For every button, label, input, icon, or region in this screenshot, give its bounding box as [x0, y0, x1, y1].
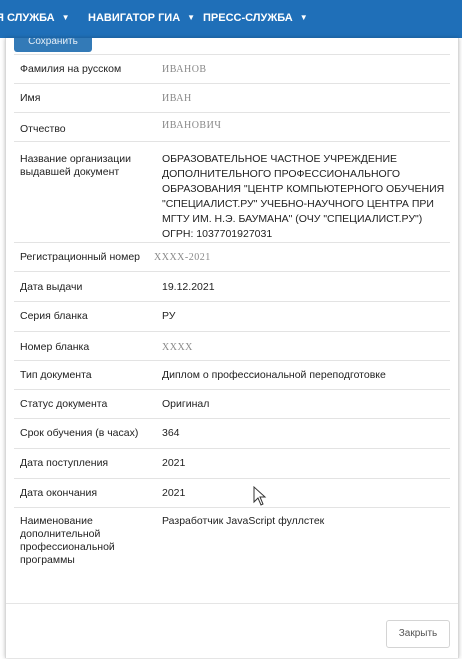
detail-value: Оригинал — [162, 398, 210, 410]
detail-value: XXXX-2021 — [154, 252, 211, 263]
nav-item-service[interactable]: Я СЛУЖБА ▼ — [0, 12, 70, 24]
detail-label: Статус документа — [20, 398, 108, 410]
detail-value: РУ — [162, 310, 176, 322]
caret-down-icon: ▼ — [61, 13, 70, 22]
details-table: Фамилия на русском ИВАНОВ Имя ИВАН Отчес… — [14, 54, 450, 584]
detail-row-patronymic: Отчество ИВАНОВИЧ — [14, 112, 450, 141]
nav-item-gia-navigator[interactable]: НАВИГАТОР ГИА ▼ — [88, 12, 195, 24]
detail-label: Регистрационный номер — [20, 251, 140, 263]
detail-label: Наименование дополнительной профессионал… — [20, 515, 115, 566]
detail-row-doc-status: Статус документа Оригинал — [14, 389, 450, 418]
save-button[interactable]: Сохранить — [14, 38, 92, 52]
caret-down-icon: ▼ — [187, 13, 196, 22]
detail-value: ОБРАЗОВАТЕЛЬНОЕ ЧАСТНОЕ УЧРЕЖДЕНИЕ ДОПОЛ… — [162, 153, 445, 240]
detail-value: 19.12.2021 — [162, 281, 215, 293]
detail-label: Дата выдачи — [20, 281, 83, 293]
detail-value: XXXX — [162, 342, 193, 353]
detail-label: Название организации выдавшей документ — [20, 153, 132, 178]
detail-row-form-series: Серия бланка РУ — [14, 301, 450, 331]
detail-value: Диплом о профессиональной переподготовке — [162, 369, 386, 381]
detail-label: Серия бланка — [20, 310, 88, 322]
detail-row-study-hours: Срок обучения (в часах) 364 — [14, 418, 450, 448]
nav-item-press-service[interactable]: ПРЕСС-СЛУЖБА ▼ — [203, 12, 308, 24]
detail-row-end-date: Дата окончания 2021 — [14, 478, 450, 507]
detail-row-start-date: Дата поступления 2021 — [14, 448, 450, 478]
detail-value: ИВАНОВИЧ — [162, 120, 222, 131]
detail-row-reg-number: Регистрационный номер XXXX-2021 — [14, 242, 450, 271]
detail-label: Тип документа — [20, 369, 92, 381]
detail-label: Дата окончания — [20, 487, 98, 499]
detail-row-organization: Название организации выдавшей документ О… — [14, 141, 450, 242]
detail-label: Имя — [20, 92, 41, 104]
detail-value: 364 — [162, 427, 180, 439]
detail-label: Фамилия на русском — [20, 63, 122, 75]
top-navbar: Я СЛУЖБА ▼ НАВИГАТОР ГИА ▼ ПРЕСС-СЛУЖБА ▼ — [0, 0, 462, 38]
caret-down-icon: ▼ — [299, 13, 308, 22]
detail-label: Срок обучения (в часах) — [20, 427, 139, 439]
detail-row-lastname: Фамилия на русском ИВАНОВ — [14, 54, 450, 83]
modal-footer: Закрыть — [6, 603, 458, 659]
mouse-cursor-icon — [253, 486, 267, 506]
detail-value: 2021 — [162, 457, 186, 469]
detail-value: 2021 — [162, 487, 186, 499]
detail-row-firstname: Имя ИВАН — [14, 83, 450, 112]
detail-row-issue-date: Дата выдачи 19.12.2021 — [14, 271, 450, 301]
close-button[interactable]: Закрыть — [386, 620, 450, 648]
detail-label: Номер бланка — [20, 341, 90, 353]
detail-row-doc-type: Тип документа Диплом о профессиональной … — [14, 360, 450, 389]
detail-value: ИВАНОВ — [162, 64, 207, 75]
detail-row-form-number: Номер бланка XXXX — [14, 331, 450, 360]
detail-value: Разработчик JavaScript фуллстек — [162, 515, 325, 527]
detail-label: Дата поступления — [20, 457, 109, 469]
detail-row-program-name: Наименование дополнительной профессионал… — [14, 507, 450, 584]
document-details-modal: Сохранить Фамилия на русском ИВАНОВ Имя … — [5, 38, 459, 658]
detail-value: ИВАН — [162, 93, 192, 104]
detail-label: Отчество — [20, 123, 66, 135]
